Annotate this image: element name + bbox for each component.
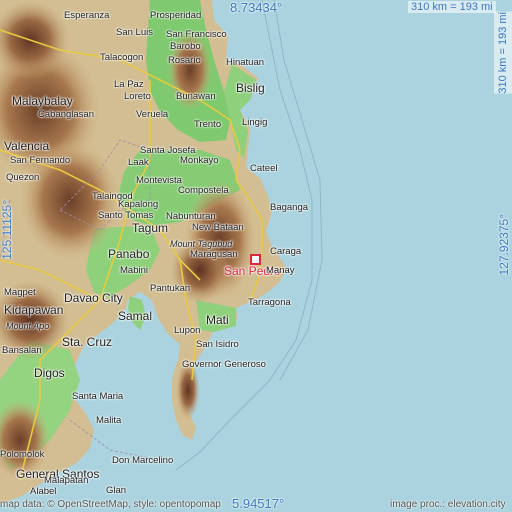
- credit-right: image proc.: elevation.city: [390, 499, 506, 510]
- place-label: Magpet: [4, 287, 36, 298]
- place-label: Lupon: [174, 325, 201, 336]
- place-label: Tarragona: [248, 297, 291, 308]
- place-label: Loreto: [124, 91, 151, 102]
- place-label: Santo Tomas: [98, 210, 154, 221]
- place-label: San Fernando: [10, 155, 71, 166]
- place-label: Samal: [118, 309, 153, 323]
- place-label: Governor Generoso: [182, 359, 266, 370]
- coord-right: 127.92375°: [497, 214, 511, 276]
- scale-bar-vertical: 310 km = 193 mi: [494, 12, 512, 94]
- place-label: Bislig: [236, 81, 265, 95]
- place-label: Quezon: [6, 172, 40, 183]
- place-label: Bansalan: [2, 345, 42, 356]
- place-label: Nabunturan: [166, 211, 216, 222]
- place-label: Don Marcelino: [112, 455, 174, 466]
- place-label: Kidapawan: [4, 303, 64, 317]
- place-label: Hinatuan: [226, 57, 265, 68]
- place-label: Digos: [34, 366, 65, 380]
- place-label: Baganga: [270, 202, 309, 213]
- place-label: Santa Maria: [72, 391, 124, 402]
- place-label: Bunawan: [176, 91, 216, 102]
- scale-bar-horizontal: 310 km = 193 mi: [408, 1, 496, 13]
- place-label: Davao City: [64, 291, 123, 305]
- coord-bottom: 5.94517°: [232, 496, 285, 511]
- place-label: Mount Tagubud: [170, 239, 233, 249]
- place-label: Laak: [128, 157, 149, 168]
- credit-left: map data: © OpenStreetMap, style: opento…: [0, 499, 221, 510]
- place-label: Talacogon: [100, 52, 144, 63]
- place-label: Manay: [266, 265, 295, 276]
- place-label: San Luis: [116, 27, 153, 38]
- place-label: San Francisco: [166, 29, 227, 40]
- place-label: Sta. Cruz: [62, 335, 113, 349]
- place-label: La Paz: [114, 79, 144, 90]
- place-label: Montevista: [136, 175, 182, 186]
- map-view[interactable]: 8.73434° 5.94517° 125.11125° 127.92375° …: [0, 0, 512, 512]
- place-label: Tagum: [132, 221, 169, 235]
- place-label: Glan: [106, 485, 127, 496]
- place-label: Malita: [96, 415, 122, 426]
- place-label: Malaybalay: [12, 94, 73, 108]
- place-label: Kapalong: [118, 199, 159, 210]
- place-label: Alabel: [30, 486, 57, 497]
- place-label: Prosperidad: [150, 10, 202, 21]
- place-label: Cateel: [250, 163, 278, 174]
- place-label: Malapatan: [44, 475, 89, 486]
- place-label: Mati: [206, 313, 229, 327]
- place-label: Polomolok: [0, 449, 45, 460]
- place-label: San Isidro: [196, 339, 239, 350]
- place-label: New Bataan: [192, 222, 244, 233]
- coord-top: 8.73434°: [230, 0, 283, 15]
- place-label: Cabanglasan: [38, 109, 94, 120]
- place-label: Mount Apo: [6, 321, 50, 331]
- place-label: Valencia: [4, 139, 50, 153]
- place-label: Trento: [194, 119, 222, 130]
- place-label: Esperanza: [64, 10, 110, 21]
- place-label: Caraga: [270, 246, 302, 257]
- place-label: Rosario: [168, 55, 201, 66]
- place-label: Monkayo: [180, 155, 219, 166]
- place-label: Pantukan: [150, 283, 191, 294]
- coord-left: 125.11125°: [0, 200, 14, 260]
- place-label: Maragusan: [190, 249, 238, 260]
- depth-contour-2: [273, 0, 323, 381]
- place-label: Veruela: [136, 109, 169, 120]
- place-label: Compostela: [178, 185, 229, 196]
- place-label: Mabini: [120, 265, 148, 276]
- place-label: Barobo: [170, 41, 201, 52]
- place-label: Panabo: [108, 247, 150, 261]
- place-label: Lingig: [242, 117, 268, 128]
